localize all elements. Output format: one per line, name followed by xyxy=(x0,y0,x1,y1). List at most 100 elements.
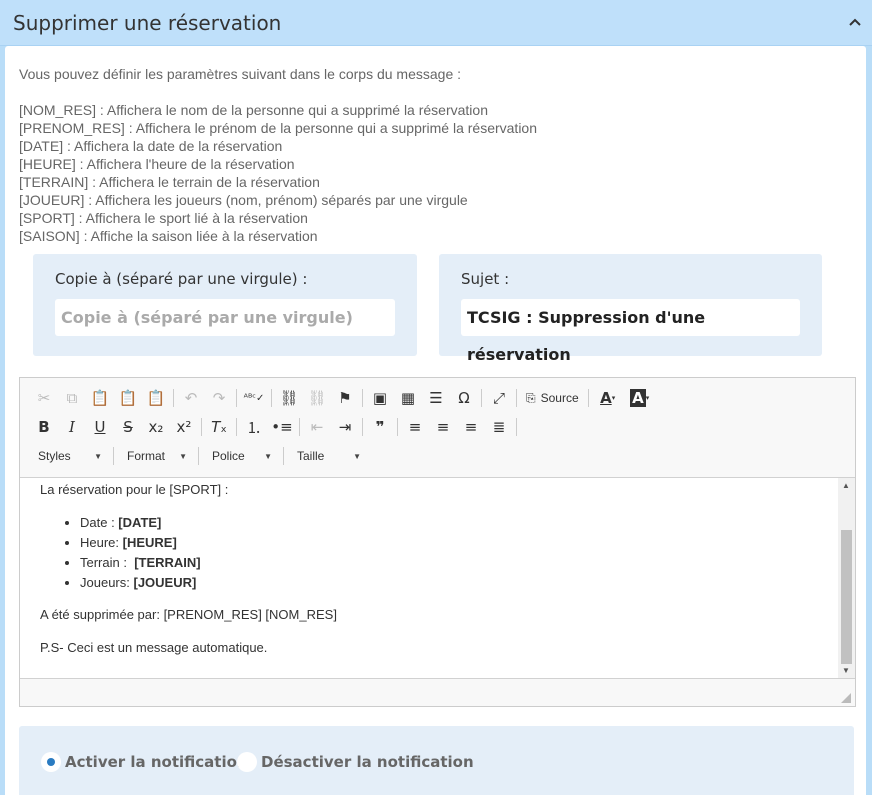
cut-icon[interactable]: ✂ xyxy=(30,386,58,410)
param-heure: [HEURE] : Affichera l'heure de la réserv… xyxy=(19,156,295,172)
param-terrain: [TERRAIN] : Affichera le terrain de la r… xyxy=(19,174,320,190)
text-color-icon[interactable]: A ▾ xyxy=(592,386,624,410)
font-combo-label: Police xyxy=(212,449,245,463)
bold-icon[interactable]: B xyxy=(30,415,58,439)
source-label: Source xyxy=(540,391,579,405)
toolbar-row-3: Styles ▼ Format ▼ Police ▼ Taille ▼ xyxy=(28,443,369,469)
toolbar-separator xyxy=(587,389,589,407)
subject-box: Sujet : TCSIG : Suppression d'une réserv… xyxy=(439,254,822,364)
bg-color-icon[interactable]: A ▾ xyxy=(624,386,656,410)
copy-icon[interactable]: ⧉ xyxy=(58,386,86,410)
editor-content[interactable]: La réservation pour le [SPORT] : Date : … xyxy=(20,478,838,678)
cc-box: Copie à (séparé par une virgule) : Copie… xyxy=(33,254,417,356)
undo-icon[interactable]: ↶ xyxy=(177,386,205,410)
font-combo[interactable]: Police ▼ xyxy=(202,445,280,467)
horizontal-line-icon[interactable]: ☰ xyxy=(422,386,450,410)
scroll-thumb[interactable] xyxy=(841,530,852,664)
param-prenom-res: [PRENOM_RES] : Affichera le prénom de la… xyxy=(19,120,537,136)
param-nom-res: [NOM_RES] : Affichera le nom de la perso… xyxy=(19,102,488,118)
toolbar-row-1: ✂ ⧉ 📋 📋 📋 ↶ ↷ ᴬᴮᶜ✓ ⛓ ⛓ ⚑ ▣ ▦ ☰ Ω ⤢ ⎘ Sou… xyxy=(30,385,656,411)
subject-input[interactable]: TCSIG : Suppression d'une réservation xyxy=(461,299,800,364)
remove-format-icon[interactable]: Tₓ xyxy=(205,415,233,439)
radio-deactivate[interactable] xyxy=(237,752,257,772)
anchor-flag-icon[interactable]: ⚑ xyxy=(331,386,359,410)
toolbar-row-2: B I U S x₂ x² Tₓ ⒈ •≡ ⇤ ⇥ ❞ ≡ ≡ ≡ ≣ xyxy=(30,414,520,440)
align-left-icon[interactable]: ≡ xyxy=(401,415,429,439)
toolbar-separator xyxy=(198,447,199,465)
toolbar-separator xyxy=(173,389,174,407)
radio-activate[interactable] xyxy=(41,752,61,772)
dropdown-arrow-icon: ▼ xyxy=(94,451,102,461)
panel-title: Supprimer une réservation xyxy=(13,11,282,35)
radio-activate-label[interactable]: Activer la notification xyxy=(65,753,248,771)
indent-icon[interactable]: ⇥ xyxy=(331,415,359,439)
format-combo[interactable]: Format ▼ xyxy=(117,445,195,467)
dropdown-arrow-icon: ▼ xyxy=(264,451,272,461)
dropdown-arrow-icon: ▼ xyxy=(353,451,361,461)
styles-combo[interactable]: Styles ▼ xyxy=(28,445,110,467)
underline-icon[interactable]: U xyxy=(86,415,114,439)
source-button[interactable]: ⎘ Source xyxy=(520,386,585,410)
radio-selected-dot xyxy=(47,758,55,766)
paste-word-icon[interactable]: 📋 xyxy=(142,386,170,410)
link-icon[interactable]: ⛓ xyxy=(275,386,303,410)
numbered-list-icon[interactable]: ⒈ xyxy=(240,415,268,439)
scroll-up-icon[interactable]: ▲ xyxy=(842,481,850,490)
list-item-value: [TERRAIN] xyxy=(134,555,201,570)
paste-text-icon[interactable]: 📋 xyxy=(114,386,142,410)
toolbar-separator xyxy=(362,389,363,407)
special-char-icon[interactable]: Ω xyxy=(450,386,478,410)
styles-combo-label: Styles xyxy=(38,449,71,463)
toolbar-separator xyxy=(236,418,237,436)
param-joueur: [JOUEUR] : Affichera les joueurs (nom, p… xyxy=(19,192,468,208)
toolbar-separator xyxy=(397,418,398,436)
subscript-icon[interactable]: x₂ xyxy=(142,415,170,439)
redo-icon[interactable]: ↷ xyxy=(205,386,233,410)
panel-body: Vous pouvez définir les paramètres suiva… xyxy=(5,46,866,795)
outdent-icon[interactable]: ⇤ xyxy=(303,415,331,439)
image-icon[interactable]: ▣ xyxy=(366,386,394,410)
list-item-label: Date : xyxy=(80,515,119,530)
cc-input[interactable]: Copie à (séparé par une virgule) xyxy=(55,299,395,336)
spellcheck-icon[interactable]: ᴬᴮᶜ✓ xyxy=(240,386,268,410)
chevron-up-icon[interactable] xyxy=(846,13,864,31)
list-item-value: [HEURE] xyxy=(122,535,177,550)
content-list: Date : [DATE] Heure: [HEURE] Terrain : [… xyxy=(80,513,201,593)
radio-deactivate-label[interactable]: Désactiver la notification xyxy=(261,753,474,771)
italic-icon[interactable]: I xyxy=(58,415,86,439)
editor-statusbar xyxy=(20,678,855,706)
notification-box: Activer la notification Désactiver la no… xyxy=(19,726,854,795)
table-icon[interactable]: ▦ xyxy=(394,386,422,410)
strikethrough-icon[interactable]: S xyxy=(114,415,142,439)
editor-scrollbar[interactable]: ▲ ▼ xyxy=(838,478,855,678)
blockquote-icon[interactable]: ❞ xyxy=(366,415,394,439)
align-center-icon[interactable]: ≡ xyxy=(429,415,457,439)
panel-header[interactable]: Supprimer une réservation xyxy=(0,0,872,46)
intro-text: Vous pouvez définir les paramètres suiva… xyxy=(19,66,462,82)
size-combo[interactable]: Taille ▼ xyxy=(287,445,369,467)
editor-toolbar: ✂ ⧉ 📋 📋 📋 ↶ ↷ ᴬᴮᶜ✓ ⛓ ⛓ ⚑ ▣ ▦ ☰ Ω ⤢ ⎘ Sou… xyxy=(20,378,855,478)
list-item: Terrain : [TERRAIN] xyxy=(80,553,201,573)
resize-grip-icon[interactable] xyxy=(841,693,851,703)
scroll-down-icon[interactable]: ▼ xyxy=(842,666,850,675)
format-combo-label: Format xyxy=(127,449,166,463)
align-justify-icon[interactable]: ≣ xyxy=(485,415,513,439)
params-list: [NOM_RES] : Affichera le nom de la perso… xyxy=(19,101,537,245)
content-deleted-by: A été supprimée par: [PRENOM_RES] [NOM_R… xyxy=(40,607,337,622)
bulleted-list-icon[interactable]: •≡ xyxy=(268,415,296,439)
dropdown-arrow-icon: ▼ xyxy=(179,451,187,461)
list-item-value: [JOUEUR] xyxy=(133,575,197,590)
superscript-icon[interactable]: x² xyxy=(170,415,198,439)
toolbar-separator xyxy=(271,389,272,407)
toolbar-separator xyxy=(201,418,202,436)
toolbar-separator xyxy=(481,389,482,407)
align-right-icon[interactable]: ≡ xyxy=(457,415,485,439)
param-date: [DATE] : Affichera la date de la réserva… xyxy=(19,138,283,154)
maximize-icon[interactable]: ⤢ xyxy=(485,386,513,410)
unlink-icon[interactable]: ⛓ xyxy=(303,386,331,410)
toolbar-separator xyxy=(299,418,300,436)
list-item-value: [DATE] xyxy=(118,515,162,530)
source-icon: ⎘ xyxy=(526,390,536,405)
list-item-label: Terrain : xyxy=(80,555,135,570)
paste-icon[interactable]: 📋 xyxy=(86,386,114,410)
